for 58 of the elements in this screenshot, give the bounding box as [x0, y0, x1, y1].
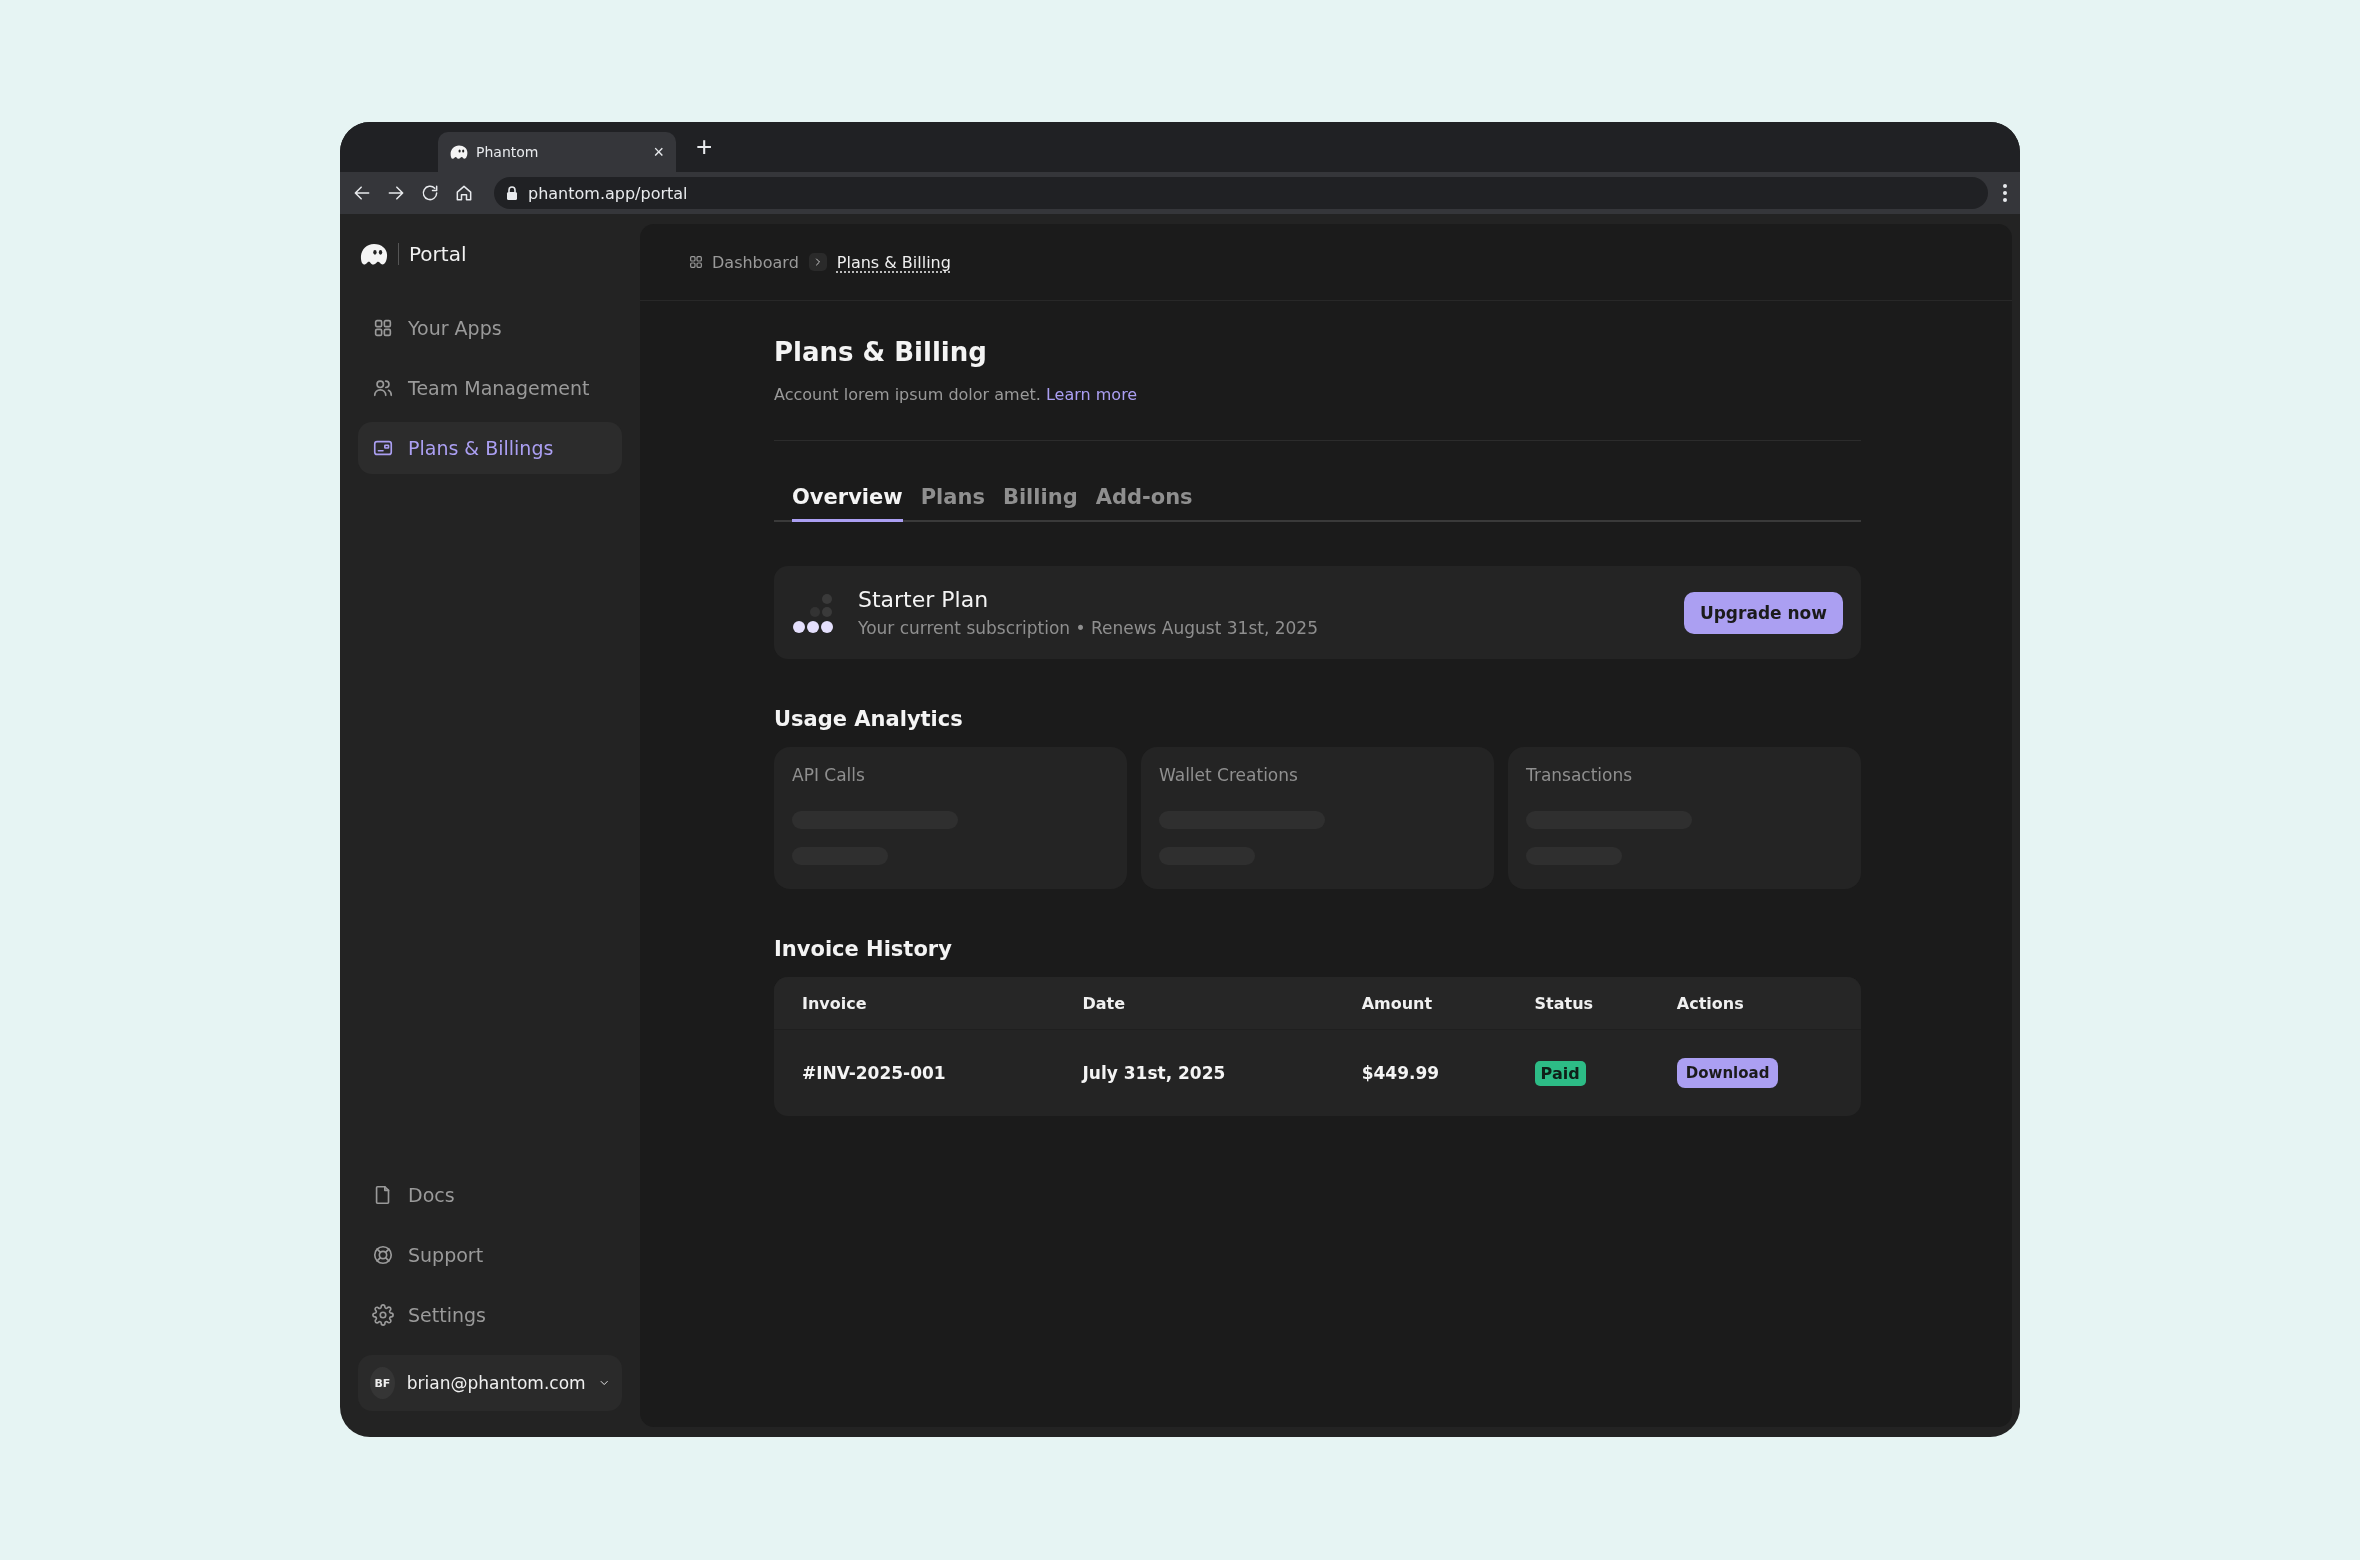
sidebar-item[interactable]: Plans & Billings — [358, 422, 622, 474]
ghost-logo-icon — [360, 242, 388, 266]
download-button[interactable]: Download — [1676, 1058, 1779, 1088]
ghost-icon — [450, 144, 468, 160]
grid-icon — [688, 254, 704, 270]
stat-label: Wallet Creations — [1159, 765, 1299, 785]
reload-button[interactable] — [420, 183, 440, 203]
section-title: Usage Analytics — [774, 707, 964, 731]
lock-icon — [506, 186, 518, 200]
tab[interactable]: Add-ons — [1095, 485, 1193, 522]
column-header: Actions — [1648, 977, 1861, 1030]
plan-subtitle: Your current subscription • Renews August 31st, 2025 — [858, 618, 1319, 638]
user-email: brian@phantom.com — [406, 1373, 586, 1393]
settings-icon — [372, 1304, 394, 1326]
column-header: Status — [1506, 977, 1649, 1030]
table-cell: #INV-2025-001 — [774, 1029, 1055, 1116]
sidebar-item[interactable]: Support — [358, 1229, 622, 1281]
new-tab-button[interactable]: + — [688, 133, 721, 161]
stat-label: Transactions — [1526, 765, 1634, 785]
people-icon — [372, 377, 394, 399]
more-icon[interactable] — [2002, 183, 2008, 203]
tab-title: Phantom — [476, 144, 540, 160]
page-title: Plans & Billing — [774, 337, 988, 367]
breadcrumb-link[interactable]: Dashboard — [688, 252, 799, 272]
column-header: Invoice — [774, 977, 1055, 1030]
breadcrumb-current: Plans & Billing — [836, 252, 951, 272]
section-title: Invoice History — [774, 937, 953, 961]
url-text: phantom.app/portal — [528, 183, 688, 203]
tab[interactable]: Overview — [792, 485, 903, 522]
table-cell: July 31st, 2025 — [1054, 1029, 1334, 1116]
reload-icon — [420, 183, 440, 203]
home-button[interactable] — [454, 183, 474, 203]
tab[interactable]: Billing — [1002, 485, 1078, 522]
address-bar[interactable]: phantom.app/portal — [494, 177, 1988, 209]
sidebar-item[interactable]: Your Apps — [358, 302, 622, 354]
column-header: Date — [1054, 977, 1334, 1030]
arrow-right-icon — [386, 183, 406, 203]
tab[interactable]: Plans — [920, 485, 985, 522]
sidebar-item[interactable]: Team Management — [358, 362, 622, 414]
upgrade-button[interactable]: Upgrade now — [1683, 591, 1843, 634]
home-icon — [454, 183, 474, 203]
grid-icon — [372, 317, 394, 339]
status-badge: Paid — [1534, 1061, 1586, 1086]
page-description: Account lorem ipsum dolor amet. Learn more — [774, 385, 1139, 404]
account-menu[interactable]: BF brian@phantom.com — [358, 1355, 622, 1411]
close-tab-button[interactable]: × — [653, 141, 664, 163]
table-cell: $449.99 — [1333, 1029, 1507, 1116]
lifebuoy-icon — [372, 1244, 394, 1266]
learn-more-link[interactable]: Learn more — [1045, 385, 1138, 404]
sidebar-item[interactable]: Settings — [358, 1289, 622, 1341]
browser-tab[interactable]: Phantom × — [438, 132, 676, 172]
avatar: BF — [370, 1367, 395, 1399]
sidebar-item[interactable]: Docs — [358, 1169, 622, 1221]
forward-button[interactable] — [386, 183, 406, 203]
brand-name: Portal — [409, 242, 467, 266]
plan-name: Starter Plan — [858, 587, 990, 612]
column-header: Amount — [1333, 977, 1507, 1030]
stat-label: API Calls — [792, 765, 866, 785]
